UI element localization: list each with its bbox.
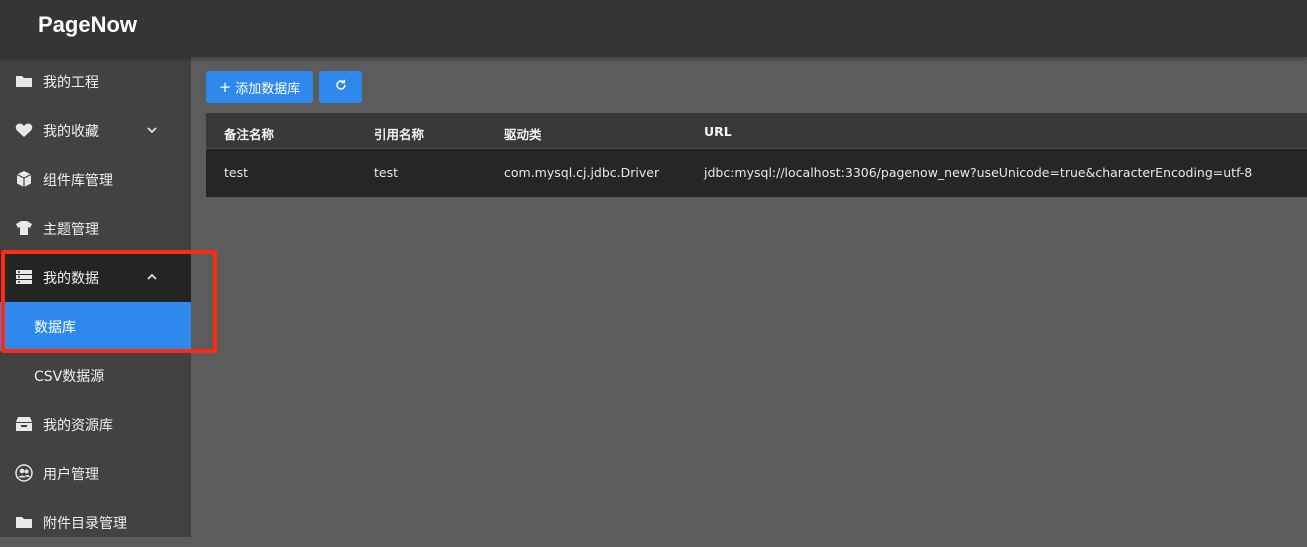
sidebar-item-label: 我的收藏	[43, 124, 99, 140]
table-header: 备注名称 引用名称 驱动类 URL	[206, 113, 1307, 149]
chevron-down-icon[interactable]	[145, 123, 159, 137]
sidebar-item-component-library[interactable]: 组件库管理	[0, 155, 191, 204]
sidebar: 我的工程 我的收藏 组件库管理 主题管理 我的数据 数据库 CSV数据源 我的资…	[0, 57, 191, 537]
refresh-button[interactable]	[319, 71, 362, 103]
cell-remark-name: test	[224, 165, 249, 180]
sidebar-item-label: 附件目录管理	[43, 516, 127, 532]
database-table: 备注名称 引用名称 驱动类 URL test test com.mysql.cj…	[206, 113, 1307, 197]
table-row[interactable]: test test com.mysql.cj.jdbc.Driver jdbc:…	[206, 149, 1307, 197]
archive-icon	[14, 414, 34, 434]
add-database-button[interactable]: + 添加数据库	[206, 71, 313, 103]
sidebar-item-my-favorites[interactable]: 我的收藏	[0, 106, 191, 155]
column-header-remark-name[interactable]: 备注名称	[224, 124, 274, 143]
sidebar-item-label: 我的数据	[43, 271, 99, 287]
cell-reference-name: test	[374, 165, 399, 180]
sidebar-item-label: 组件库管理	[43, 173, 113, 189]
app-header: PageNow	[0, 0, 1307, 57]
cell-driver-class: com.mysql.cj.jdbc.Driver	[504, 165, 660, 180]
sidebar-item-theme[interactable]: 主题管理	[0, 204, 191, 253]
sidebar-item-label: 我的资源库	[43, 418, 113, 434]
sidebar-item-label: 我的工程	[43, 75, 99, 91]
brand-logo[interactable]: PageNow	[38, 12, 137, 38]
heart-icon	[14, 120, 34, 140]
sidebar-item-attachment-directory[interactable]: 附件目录管理	[0, 498, 191, 547]
column-header-reference-name[interactable]: 引用名称	[374, 124, 424, 143]
cube-icon	[14, 169, 34, 189]
sidebar-subitem-database[interactable]: 数据库	[0, 302, 191, 351]
folder-icon	[14, 71, 34, 91]
sidebar-subitem-csv-source[interactable]: CSV数据源	[0, 351, 191, 400]
add-database-label: 添加数据库	[235, 81, 301, 97]
sidebar-item-user-management[interactable]: 用户管理	[0, 449, 191, 498]
plus-icon: +	[218, 78, 232, 96]
sidebar-item-resource-library[interactable]: 我的资源库	[0, 400, 191, 449]
users-icon	[14, 463, 34, 483]
column-header-url[interactable]: URL	[704, 124, 732, 139]
sidebar-subitem-label: CSV数据源	[34, 369, 105, 385]
sidebar-item-label: 用户管理	[43, 467, 99, 483]
sidebar-item-my-projects[interactable]: 我的工程	[0, 57, 191, 106]
sidebar-item-label: 主题管理	[43, 222, 99, 238]
folder-icon	[14, 512, 34, 532]
sidebar-item-my-data[interactable]: 我的数据	[0, 253, 191, 302]
cell-url: jdbc:mysql://localhost:3306/pagenow_new?…	[704, 165, 1253, 180]
column-header-driver-class[interactable]: 驱动类	[504, 124, 542, 143]
sidebar-subitem-label: 数据库	[34, 320, 76, 336]
chevron-up-icon[interactable]	[145, 270, 159, 284]
shirt-icon	[14, 218, 34, 238]
server-icon	[14, 267, 34, 287]
refresh-icon	[335, 79, 347, 95]
